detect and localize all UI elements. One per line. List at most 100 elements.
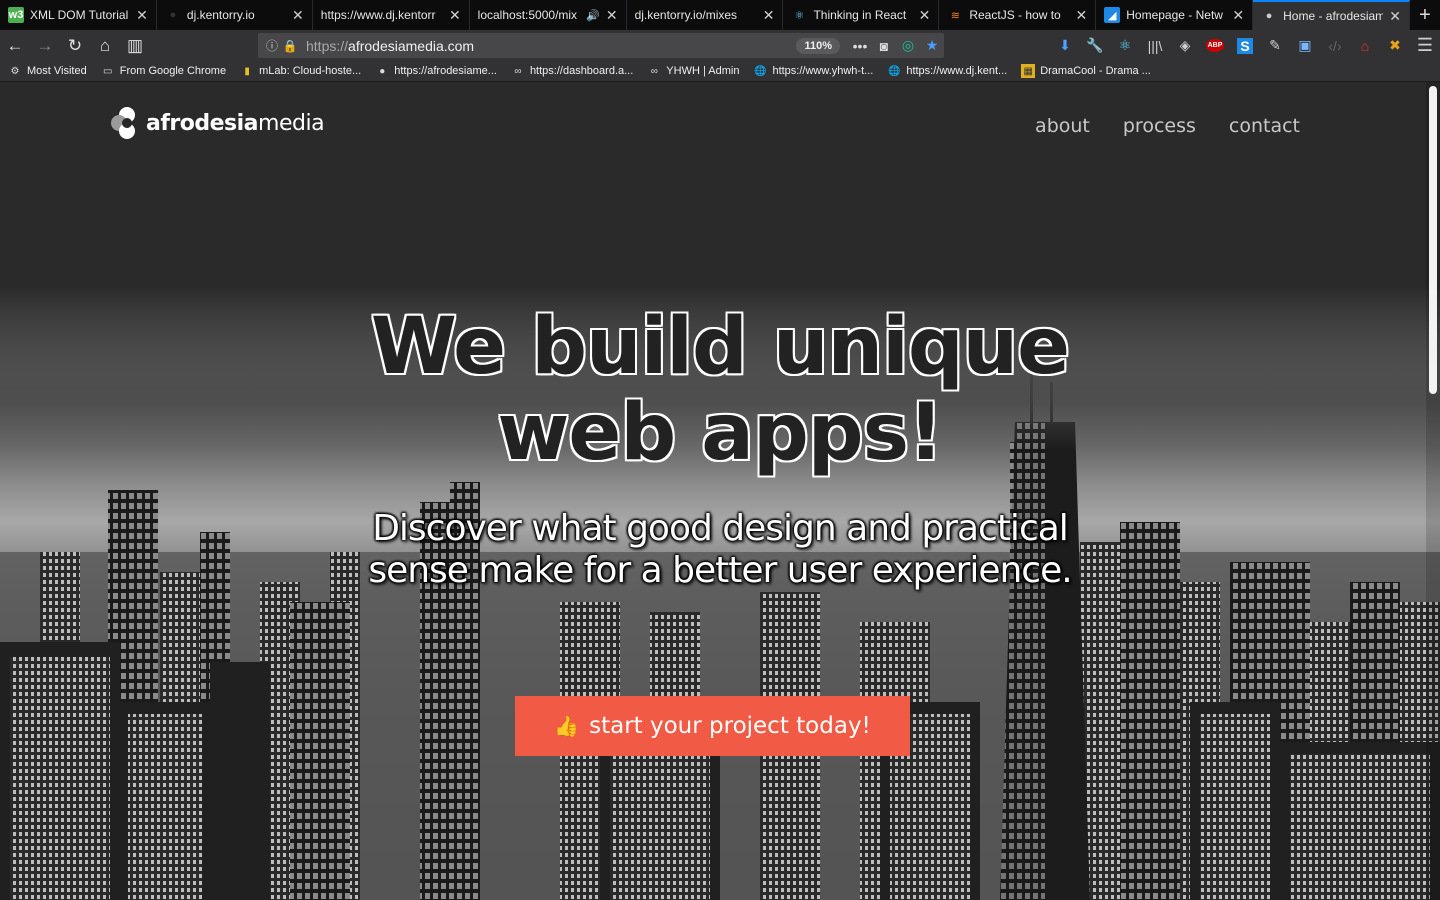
lock-icon[interactable]: 🔒 <box>282 39 298 53</box>
tab-thinking-in-react[interactable]: ⚛ Thinking in React ✕ <box>783 0 940 30</box>
bookmark-mlab[interactable]: ▮ mLab: Cloud-hoste... <box>232 64 367 78</box>
close-icon[interactable]: ✕ <box>1389 8 1401 25</box>
pocket-icon[interactable]: ◙ <box>872 38 896 54</box>
forward-icon[interactable]: → <box>30 30 60 61</box>
navigation-toolbar: ← → ↻ ⌂ ▥ ⓘ 🔒 https://afrodesiamedia.com… <box>0 30 1440 61</box>
close-icon[interactable]: ✕ <box>1076 7 1088 24</box>
bookmark-dashboard[interactable]: ∞ https://dashboard.a... <box>503 64 639 78</box>
nav-link-contact[interactable]: contact <box>1229 115 1300 137</box>
download-icon[interactable]: ⬇ <box>1050 30 1080 61</box>
tab-localhost-mix[interactable]: localhost:5000/mix 🔊 ✕ <box>470 0 627 30</box>
react-icon: ⚛ <box>794 9 805 22</box>
bookmark-label: https://afrodesiame... <box>394 65 497 77</box>
react-devtools-icon[interactable]: ⚛ <box>1110 30 1140 61</box>
afrodesia-icon: ● <box>1265 10 1273 22</box>
stackoverflow-icon: ≋ <box>950 9 960 22</box>
cross-extension-icon[interactable]: ✖ <box>1380 30 1410 61</box>
mlab-icon: ▮ <box>244 65 250 77</box>
close-icon[interactable]: ✕ <box>606 7 618 24</box>
url-bar[interactable]: ⓘ 🔒 https://afrodesiamedia.com 110% ••• … <box>258 33 944 58</box>
bookmark-yhwh-t[interactable]: 🌐 https://www.yhwh-t... <box>745 64 879 78</box>
house-extension-icon[interactable]: ⌂ <box>1350 30 1380 61</box>
screenshot-icon[interactable]: ▣ <box>1290 30 1320 61</box>
zoom-indicator[interactable]: 110% <box>796 37 840 54</box>
new-tab-icon[interactable]: + <box>1410 0 1440 30</box>
library-icon[interactable]: |||\ <box>1140 30 1170 61</box>
vpn-icon[interactable]: ◈ <box>1170 30 1200 61</box>
folder-icon: ▭ <box>102 65 113 77</box>
bookmark-label: Most Visited <box>27 65 87 77</box>
bookmark-dramacool[interactable]: ▦ DramaCool - Drama ... <box>1013 64 1157 78</box>
tab-title: dj.kentorry.io <box>186 8 255 22</box>
page-actions-icon[interactable]: ••• <box>848 38 872 54</box>
web-page: afrodesiamedia about process contact We … <box>0 82 1440 900</box>
adblock-icon[interactable]: ABP <box>1200 30 1230 61</box>
tab-homepage-network[interactable]: ◢ Homepage - Netw ✕ <box>1096 0 1254 30</box>
tab-dj-kentorry-www[interactable]: https://www.dj.kentorr ✕ <box>313 0 470 30</box>
page-scrollbar[interactable] <box>1426 82 1440 900</box>
bookmark-from-google-chrome[interactable]: ▭ From Google Chrome <box>93 64 232 78</box>
bookmark-star-icon[interactable]: ★ <box>920 37 944 54</box>
hero-title: We build unique web apps! <box>0 304 1440 476</box>
hero-title-line-2: web apps! <box>497 388 943 478</box>
bookmark-afrodesia[interactable]: ● https://afrodesiame... <box>367 64 503 78</box>
logo-word-2: media <box>258 110 325 136</box>
globe-icon: 🌐 <box>754 65 767 77</box>
tab-title: localhost:5000/mix <box>477 8 578 22</box>
nav-link-about[interactable]: about <box>1035 115 1090 137</box>
info-icon[interactable]: ⓘ <box>262 37 282 54</box>
bookmark-most-visited[interactable]: ⚙ Most Visited <box>0 64 93 78</box>
globe-icon: 🌐 <box>888 65 901 77</box>
dramacool-icon: ▦ <box>1021 64 1036 78</box>
wrench-icon[interactable]: 🔧 <box>1080 30 1110 61</box>
menu-icon[interactable]: ☰ <box>1410 30 1440 61</box>
reload-icon[interactable]: ↻ <box>60 30 90 61</box>
url-host: afrodesiamedia.com <box>348 37 475 54</box>
close-icon[interactable]: ✕ <box>763 7 775 24</box>
logo-mark-icon <box>110 106 144 140</box>
bookmark-dj-kent[interactable]: 🌐 https://www.dj.kent... <box>879 64 1013 78</box>
site-nav: about process contact <box>1002 115 1300 137</box>
bookmark-label: From Google Chrome <box>119 65 227 77</box>
tab-dj-mixes[interactable]: dj.kentorry.io/mixes ✕ <box>627 0 784 30</box>
tab-bar: w3 XML DOM Tutorial ✕ ● dj.kentorry.io ✕… <box>0 0 1440 30</box>
close-icon[interactable]: ✕ <box>292 7 304 24</box>
hero-subtitle: Discover what good design and practical … <box>368 508 1072 591</box>
city-skyline-background <box>0 82 1440 900</box>
tab-title: ReactJS - how to <box>969 8 1061 22</box>
site-logo[interactable]: afrodesiamedia <box>110 106 325 140</box>
tab-xml-dom-tutorial[interactable]: w3 XML DOM Tutorial ✕ <box>0 0 157 30</box>
sidebar-icon[interactable]: ▥ <box>120 30 150 61</box>
url-text[interactable]: https://afrodesiamedia.com <box>306 38 796 54</box>
gear-icon: ⚙ <box>10 65 20 77</box>
s-extension-icon[interactable]: S <box>1230 30 1260 61</box>
pen-icon[interactable]: ✎ <box>1260 30 1290 61</box>
tab-title: Home - afrodesiam <box>1283 9 1384 23</box>
home-icon[interactable]: ⌂ <box>90 30 120 61</box>
close-icon[interactable]: ✕ <box>919 7 931 24</box>
bookmarks-toolbar: ⚙ Most Visited ▭ From Google Chrome ▮ mLab:… <box>0 61 1440 82</box>
thumbs-up-icon: 👍 <box>554 714 580 738</box>
tab-title: dj.kentorry.io/mixes <box>634 8 738 22</box>
tab-dj-kentorry[interactable]: ● dj.kentorry.io ✕ <box>157 0 313 30</box>
tab-title: Thinking in React <box>813 8 907 22</box>
link-icon: ∞ <box>650 65 658 77</box>
bookmark-yhwh-admin[interactable]: ∞ YHWH | Admin <box>639 64 745 78</box>
close-icon[interactable]: ✕ <box>1232 7 1244 24</box>
back-icon[interactable]: ← <box>0 30 30 61</box>
speaker-icon[interactable]: 🔊 <box>586 9 600 22</box>
azure-icon: ◢ <box>1104 7 1121 23</box>
close-icon[interactable]: ✕ <box>136 7 148 24</box>
tab-home-afrodesia[interactable]: ● Home - afrodesiam ✕ <box>1253 0 1411 30</box>
tab-title: XML DOM Tutorial <box>30 8 129 22</box>
nav-link-process[interactable]: process <box>1123 115 1196 137</box>
grammarly-icon[interactable]: ◎ <box>896 37 920 54</box>
url-protocol: https:// <box>306 37 349 54</box>
tab-title: https://www.dj.kentorr <box>320 8 436 22</box>
tab-reactjs-how-to[interactable]: ≋ ReactJS - how to ✕ <box>939 0 1097 30</box>
close-icon[interactable]: ✕ <box>449 7 461 24</box>
start-project-button[interactable]: 👍 start your project today! <box>515 696 910 756</box>
logo-wordmark: afrodesiamedia <box>146 110 325 136</box>
extensions-toolbar: ⬇ 🔧 ⚛ |||\ ◈ ABP S ✎ ▣ ‹/› ⌂ ✖ ☰ <box>1050 30 1440 61</box>
code-icon[interactable]: ‹/› <box>1320 30 1350 61</box>
